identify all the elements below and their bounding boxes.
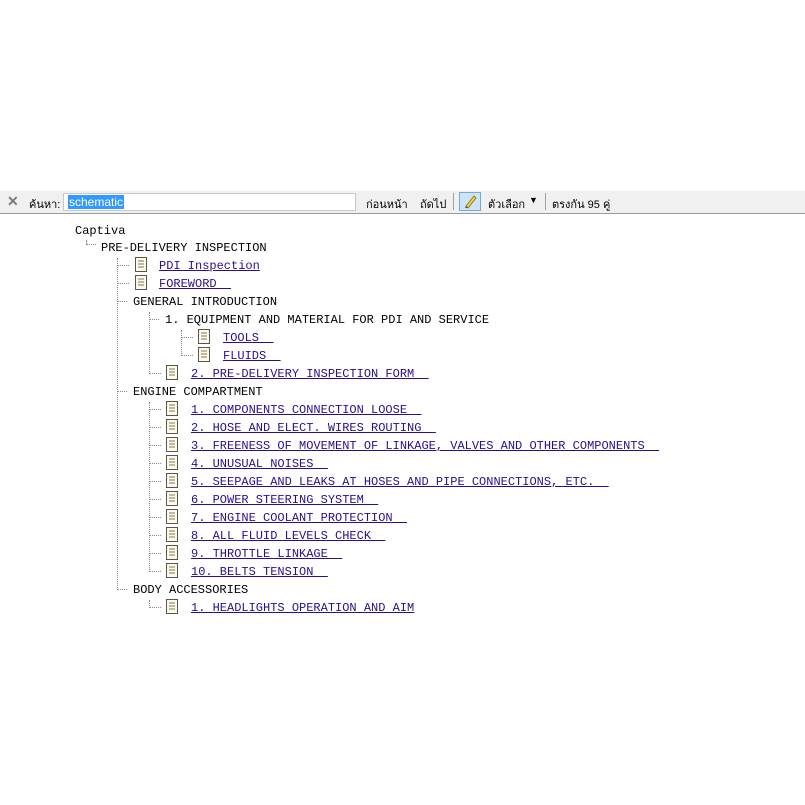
tree-connector bbox=[117, 589, 127, 590]
tree-link-item[interactable]: 8. ALL FLUID LEVELS CHECK bbox=[191, 527, 385, 545]
document-icon bbox=[135, 275, 147, 290]
tree-link-fluids[interactable]: FLUIDS bbox=[223, 347, 281, 365]
tree-connector bbox=[149, 409, 161, 410]
tree-link-label[interactable]: 1. COMPONENTS CONNECTION LOOSE bbox=[191, 403, 421, 417]
tree-connector bbox=[117, 258, 118, 590]
document-icon bbox=[166, 473, 178, 488]
tree-link-item[interactable]: 1. HEADLIGHTS OPERATION AND AIM bbox=[191, 599, 414, 617]
tree-link-item[interactable]: 3. FREENESS OF MOVEMENT OF LINKAGE, VALV… bbox=[191, 437, 659, 455]
tree-link-item[interactable]: 1. COMPONENTS CONNECTION LOOSE bbox=[191, 401, 421, 419]
tree-node-label: 1. EQUIPMENT AND MATERIAL FOR PDI AND SE… bbox=[165, 313, 490, 327]
tree-connector bbox=[149, 517, 161, 518]
document-icon bbox=[135, 257, 147, 272]
tree-connector bbox=[149, 535, 161, 536]
tree-root[interactable]: Captiva bbox=[75, 222, 125, 240]
tree-connector bbox=[181, 355, 193, 356]
document-icon bbox=[166, 509, 178, 524]
tree-link-item[interactable]: 7. ENGINE COOLANT PROTECTION bbox=[191, 509, 407, 527]
tree-connector bbox=[149, 481, 161, 482]
tree-connector bbox=[86, 244, 96, 245]
tree-connector bbox=[149, 445, 161, 446]
tree-connector bbox=[149, 312, 150, 372]
tree-link-item[interactable]: 6. POWER STEERING SYSTEM bbox=[191, 491, 378, 509]
options-button[interactable]: ตัวเลือก bbox=[488, 195, 525, 213]
tree-connector bbox=[117, 265, 129, 266]
tree-connector bbox=[149, 571, 161, 572]
tree-node-label: ENGINE COMPARTMENT bbox=[133, 385, 263, 399]
document-icon bbox=[166, 401, 178, 416]
tree-link-label[interactable]: 3. FREENESS OF MOVEMENT OF LINKAGE, VALV… bbox=[191, 439, 659, 453]
tree-node-engine-compartment[interactable]: ENGINE COMPARTMENT bbox=[133, 383, 263, 401]
tree-link-label[interactable]: 8. ALL FLUID LEVELS CHECK bbox=[191, 529, 385, 543]
document-icon bbox=[166, 563, 178, 578]
search-input-value[interactable]: schematic bbox=[68, 195, 125, 209]
document-icon bbox=[166, 455, 178, 470]
tree-connector bbox=[149, 553, 161, 554]
document-icon bbox=[166, 437, 178, 452]
toolbar-separator bbox=[453, 193, 454, 210]
tree-link-item[interactable]: 5. SEEPAGE AND LEAKS AT HOSES AND PIPE C… bbox=[191, 473, 609, 491]
tree-link-tools[interactable]: TOOLS bbox=[223, 329, 273, 347]
tree-link-item[interactable]: 4. UNUSUAL NOISES bbox=[191, 455, 328, 473]
tree-link-label[interactable]: 5. SEEPAGE AND LEAKS AT HOSES AND PIPE C… bbox=[191, 475, 609, 489]
close-icon[interactable]: ✕ bbox=[7, 193, 19, 210]
tree-connector bbox=[181, 330, 182, 354]
document-icon bbox=[166, 491, 178, 506]
tree-link-label[interactable]: FOREWORD bbox=[159, 277, 231, 291]
tree-connector bbox=[117, 283, 129, 284]
tree-node-label: BODY ACCESSORIES bbox=[133, 583, 249, 597]
document-icon bbox=[166, 599, 178, 614]
find-bar: ✕ ค้นหา: schematic ก่อนหน้า ถัดไป ตัวเลื… bbox=[0, 191, 805, 214]
previous-button[interactable]: ก่อนหน้า bbox=[366, 195, 408, 213]
search-label: ค้นหา: bbox=[29, 199, 61, 211]
document-icon bbox=[166, 419, 178, 434]
tree-link-label[interactable]: 4. UNUSUAL NOISES bbox=[191, 457, 328, 471]
next-button[interactable]: ถัดไป bbox=[420, 195, 446, 213]
tree-connector bbox=[149, 499, 161, 500]
tree-root-label: Captiva bbox=[75, 224, 126, 238]
tree-node-body-accessories[interactable]: BODY ACCESSORIES bbox=[133, 581, 248, 599]
document-icon bbox=[166, 365, 178, 380]
tree-link-label[interactable]: 2. HOSE AND ELECT. WIRES ROUTING bbox=[191, 421, 436, 435]
tree-link-label[interactable]: 6. POWER STEERING SYSTEM bbox=[191, 493, 378, 507]
tree-link-label[interactable]: 1. HEADLIGHTS OPERATION AND AIM bbox=[191, 601, 414, 615]
tree-link-label[interactable]: PDI Inspection bbox=[159, 259, 260, 273]
tree-link-label[interactable]: 9. THROTTLE LINKAGE bbox=[191, 547, 342, 561]
tree-node-pre-delivery[interactable]: PRE-DELIVERY INSPECTION bbox=[101, 239, 267, 257]
search-input[interactable]: schematic bbox=[63, 193, 356, 211]
tree-link-item[interactable]: 10. BELTS TENSION bbox=[191, 563, 328, 581]
tree-link-pdi-inspection[interactable]: PDI Inspection bbox=[159, 257, 260, 275]
document-icon bbox=[166, 545, 178, 560]
tree-node-equipment[interactable]: 1. EQUIPMENT AND MATERIAL FOR PDI AND SE… bbox=[165, 311, 489, 329]
document-icon bbox=[166, 527, 178, 542]
tree-link-label[interactable]: 7. ENGINE COOLANT PROTECTION bbox=[191, 511, 407, 525]
tree-link-item[interactable]: 9. THROTTLE LINKAGE bbox=[191, 545, 342, 563]
tree-connector bbox=[117, 391, 127, 392]
tree-link-item[interactable]: 2. HOSE AND ELECT. WIRES ROUTING bbox=[191, 419, 436, 437]
match-count: ตรงกัน 95 คู่ bbox=[552, 199, 611, 211]
tree-connector bbox=[149, 607, 161, 608]
tree-connector bbox=[149, 463, 161, 464]
tree-connector bbox=[149, 319, 159, 320]
highlight-button[interactable] bbox=[459, 192, 481, 211]
highlighter-icon bbox=[465, 195, 477, 209]
toolbar-separator bbox=[545, 193, 546, 210]
tree-link-foreword[interactable]: FOREWORD bbox=[159, 275, 231, 293]
tree-connector bbox=[149, 427, 161, 428]
tree-link-label[interactable]: 2. PRE-DELIVERY INSPECTION FORM bbox=[191, 367, 429, 381]
tree-connector bbox=[181, 337, 193, 338]
tree-link-label[interactable]: 10. BELTS TENSION bbox=[191, 565, 328, 579]
document-icon bbox=[198, 347, 210, 362]
tree-node-label: GENERAL INTRODUCTION bbox=[133, 295, 278, 309]
tree-connector bbox=[117, 301, 127, 302]
tree-link-label[interactable]: FLUIDS bbox=[223, 349, 281, 363]
tree-link-pdi-form[interactable]: 2. PRE-DELIVERY INSPECTION FORM bbox=[191, 365, 429, 383]
tree-node-label: PRE-DELIVERY INSPECTION bbox=[101, 241, 267, 255]
tree-node-general-introduction[interactable]: GENERAL INTRODUCTION bbox=[133, 293, 277, 311]
chevron-down-icon[interactable]: ▼ bbox=[529, 195, 538, 205]
tree-connector bbox=[149, 373, 161, 374]
document-icon bbox=[198, 329, 210, 344]
tree-link-label[interactable]: TOOLS bbox=[223, 331, 273, 345]
